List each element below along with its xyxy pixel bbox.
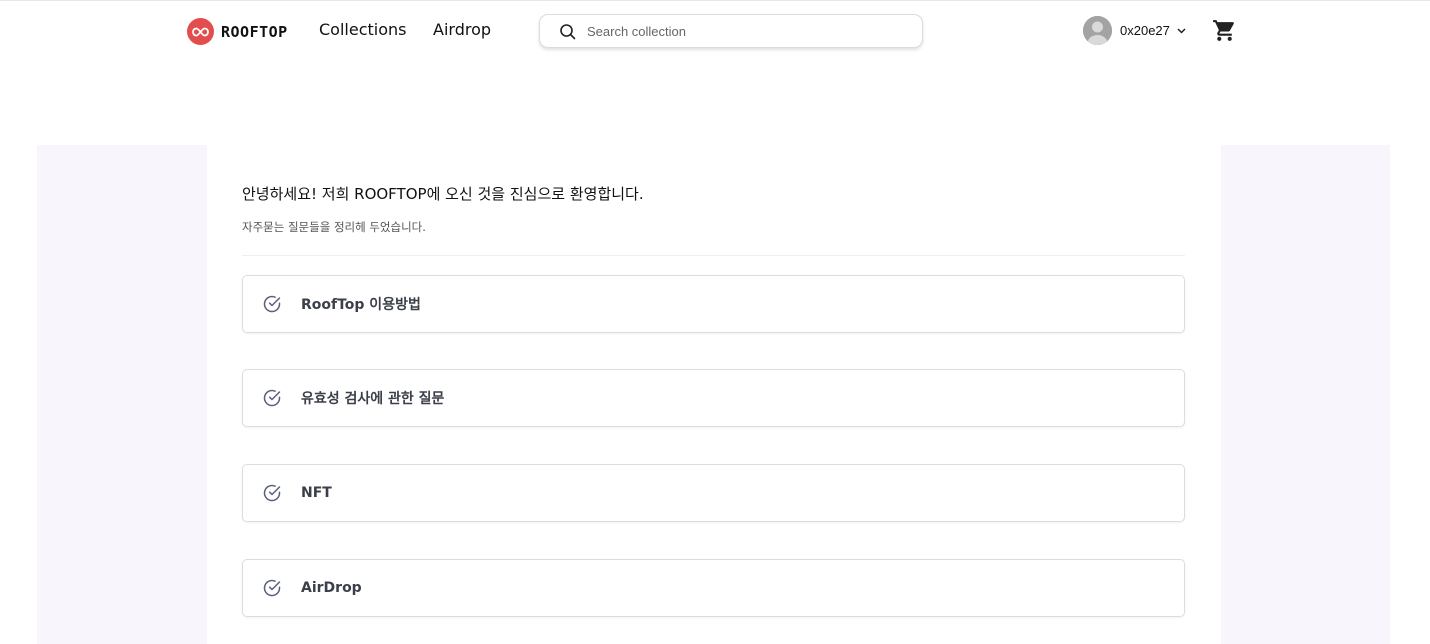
faq-item-validation[interactable]: 유효성 검사에 관한 질문 <box>242 369 1185 427</box>
avatar-icon <box>1083 16 1112 45</box>
top-navigation: ROOFTOP Collections Airdrop 0x20e27 <box>0 0 1430 60</box>
brand-name: ROOFTOP <box>221 22 288 41</box>
faq-panel: 안녕하세요! 저희 ROOFTOP에 오신 것을 진심으로 환영합니다. 자주묻… <box>207 145 1221 644</box>
faq-item-nft[interactable]: NFT <box>242 464 1185 522</box>
logo-icon <box>187 18 214 45</box>
welcome-heading: 안녕하세요! 저희 ROOFTOP에 오신 것을 진심으로 환영합니다. <box>242 185 644 203</box>
faq-item-airdrop[interactable]: AirDrop <box>242 559 1185 617</box>
wallet-address: 0x20e27 <box>1120 23 1170 38</box>
faq-subtitle: 자주묻는 질문들을 정리헤 두었습니다. <box>242 220 426 234</box>
faq-item-label: NFT <box>301 485 332 501</box>
nav-collections[interactable]: Collections <box>319 20 406 39</box>
check-circle-icon <box>262 578 282 598</box>
search-input[interactable] <box>587 23 897 39</box>
faq-item-rooftop-usage[interactable]: RoofTop 이용방법 <box>242 275 1185 333</box>
account-menu[interactable]: 0x20e27 <box>1083 16 1186 45</box>
check-circle-icon <box>262 483 282 503</box>
nav-airdrop[interactable]: Airdrop <box>433 20 491 39</box>
brand[interactable]: ROOFTOP <box>187 18 288 45</box>
divider <box>242 255 1185 256</box>
faq-item-label: 유효성 검사에 관한 질문 <box>301 391 445 407</box>
search-bar[interactable] <box>539 14 923 48</box>
cart-icon[interactable] <box>1212 18 1237 47</box>
check-circle-icon <box>262 294 282 314</box>
faq-item-label: AirDrop <box>301 580 362 596</box>
faq-item-label: RoofTop 이용방법 <box>301 297 421 313</box>
chevron-down-icon <box>1177 27 1186 34</box>
check-circle-icon <box>262 388 282 408</box>
search-icon <box>559 22 577 40</box>
